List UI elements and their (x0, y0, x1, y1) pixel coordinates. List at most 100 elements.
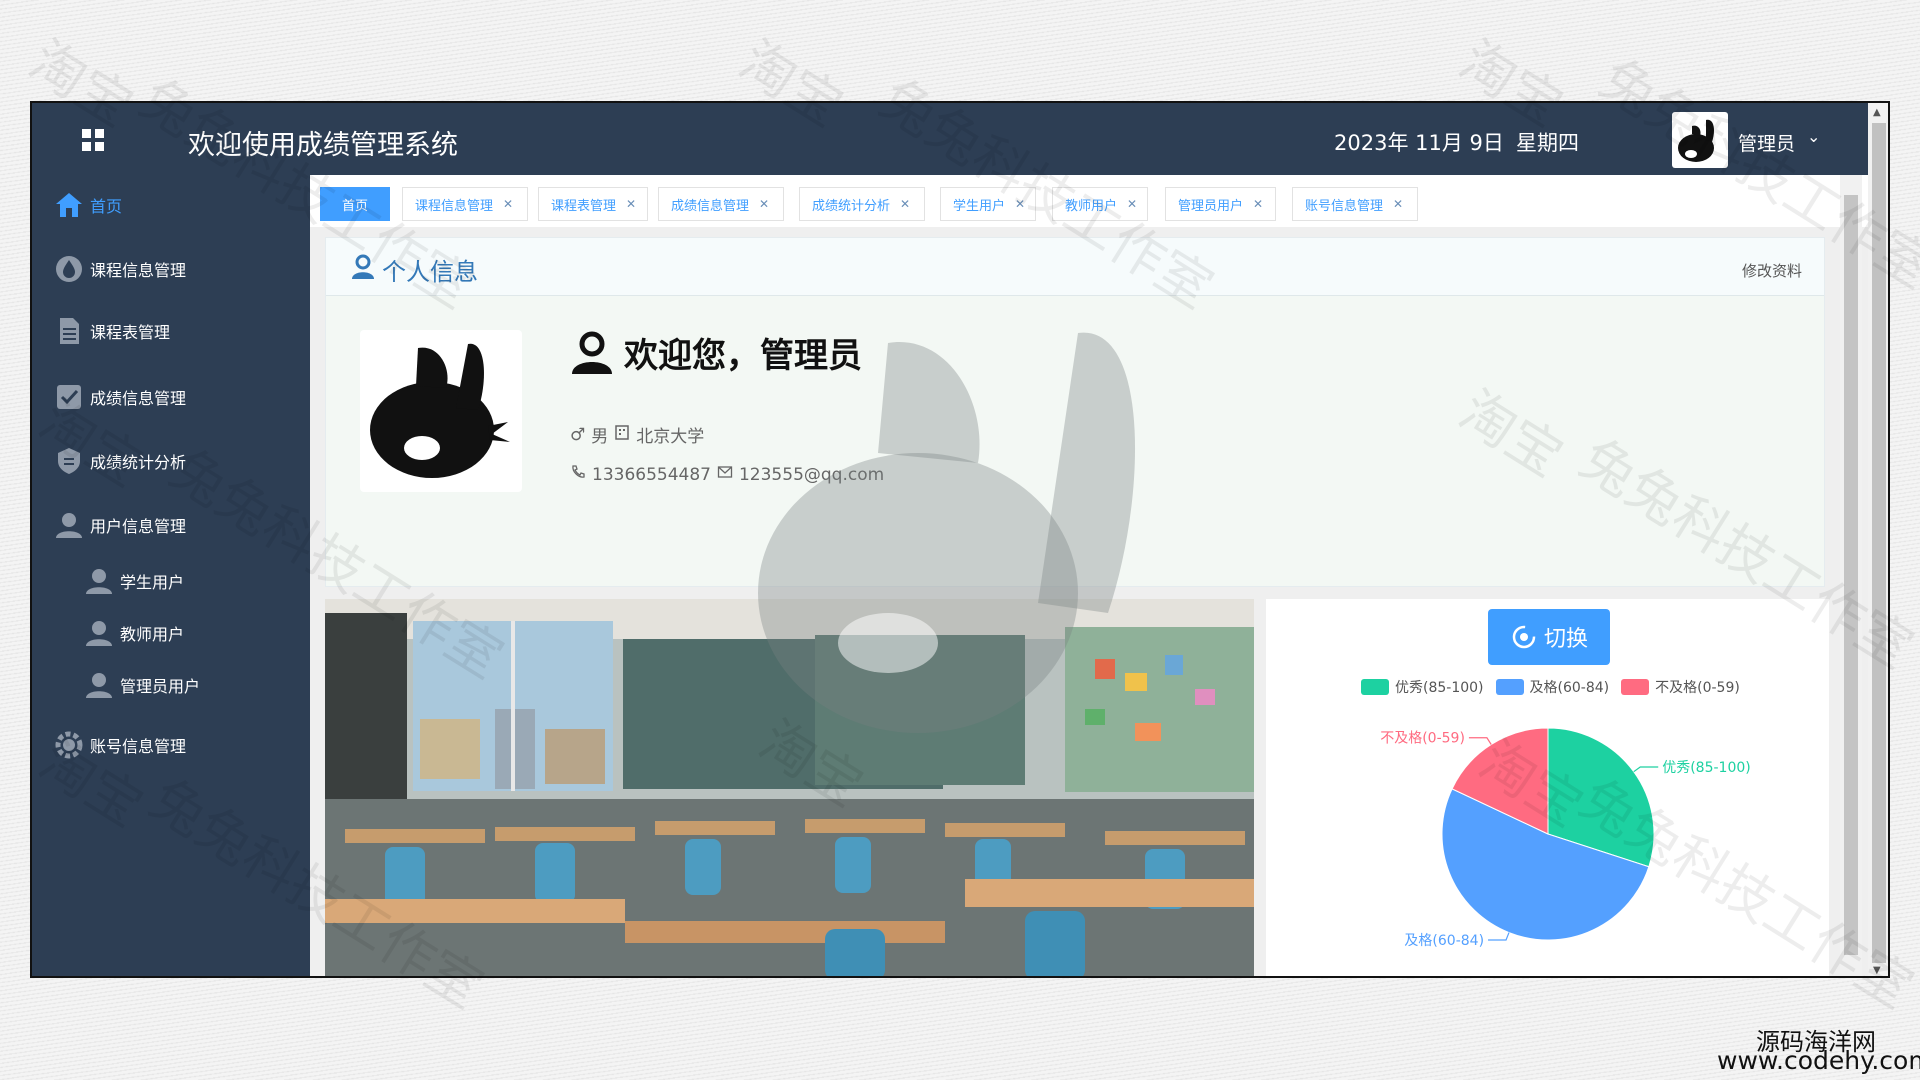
tab-label: 成绩信息管理 (671, 198, 750, 214)
tab-score-info[interactable]: 成绩信息管理 ✕ (658, 187, 784, 221)
scroll-down-icon[interactable]: ▼ (1873, 965, 1881, 976)
drop-icon (54, 254, 84, 284)
weekday-display: 星期四 (1516, 131, 1579, 155)
sidebar-item-admin-users[interactable]: 管理员用户 (84, 667, 200, 703)
tab-label: 学生用户 (953, 198, 1006, 214)
sidebar-item-student-users[interactable]: 学生用户 (84, 563, 184, 599)
gender-icon: ♂ (570, 424, 586, 445)
profile-meta-line: ♂ 男 北京大学 (570, 422, 710, 448)
tab-label: 课程表管理 (551, 198, 617, 214)
edit-profile-link[interactable]: 修改资料 (1742, 260, 1802, 281)
user-icon (84, 566, 114, 596)
user-icon (54, 510, 84, 540)
pie-label: 不及格(0-59) (1380, 731, 1465, 747)
top-bar: 欢迎使用成绩管理系统 2023年 11月 9日 星期四 管理员 ⌄ (32, 103, 1868, 175)
welcome-heading: 欢迎您，管理员 (570, 328, 862, 377)
app-title: 欢迎使用成绩管理系统 (188, 130, 458, 161)
tab-label: 教师用户 (1065, 198, 1118, 214)
sidebar-item-timetable[interactable]: 课程表管理 (54, 313, 170, 349)
tab-label: 成绩统计分析 (812, 198, 891, 214)
tab-student-users[interactable]: 学生用户 ✕ (940, 187, 1036, 221)
chart-legend: 优秀(85-100) 及格(60-84) 不及格(0-59) (1361, 677, 1752, 697)
gender-text: 男 (591, 427, 609, 447)
pie-label-line (1633, 766, 1659, 773)
pie-label-line (1468, 737, 1492, 745)
page-scrollbar[interactable]: ▲ ▼ (1868, 103, 1888, 976)
legend-label: 优秀(85-100) (1395, 680, 1484, 696)
scroll-up-icon[interactable]: ▲ (1873, 107, 1881, 118)
tab-timetable[interactable]: 课程表管理 ✕ (538, 187, 648, 221)
close-icon[interactable]: ✕ (503, 197, 513, 211)
scrollbar-thumb[interactable] (1872, 123, 1886, 963)
sidebar-item-label: 管理员用户 (120, 677, 201, 696)
classroom-photo (325, 599, 1254, 976)
main-content: 首页 课程信息管理 ✕ 课程表管理 ✕ 成绩信息管理 ✕ 成绩统计分析 ✕ 学生用户 ✕ … (310, 175, 1868, 976)
card-header: 个人信息 修改资料 (326, 238, 1824, 296)
user-avatar[interactable] (1672, 112, 1728, 168)
content-scrollbar[interactable] (1840, 175, 1862, 976)
close-icon[interactable]: ✕ (1127, 197, 1137, 211)
email-text: 123555@qq.com (738, 464, 885, 485)
tab-home[interactable]: 首页 (320, 187, 390, 221)
score-chart-card: 切换 优秀(85-100) 及格(60-84) 不及格(0-59) 优秀(85-… (1266, 599, 1829, 976)
chevron-down-icon[interactable]: ⌄ (1807, 127, 1820, 146)
school-text: 北京大学 (636, 427, 705, 447)
user-name[interactable]: 管理员 (1738, 129, 1795, 156)
close-icon[interactable]: ✕ (759, 197, 769, 211)
welcome-text: 欢迎您，管理员 (624, 336, 862, 376)
sidebar-item-teacher-users[interactable]: 教师用户 (84, 615, 184, 651)
document-icon (54, 316, 84, 346)
personal-info-card: 个人信息 修改资料 欢迎您，管理员 ♂ 男 北京大学 13366554487 1… (325, 237, 1825, 587)
grid-menu-icon[interactable] (82, 129, 104, 151)
pie-label: 优秀(85-100) (1662, 760, 1751, 776)
checkbox-icon (54, 382, 84, 412)
switch-label: 切换 (1543, 627, 1588, 652)
sidebar-item-label: 账号信息管理 (90, 737, 187, 756)
sidebar-item-user-info[interactable]: 用户信息管理 (54, 507, 186, 543)
switch-button[interactable]: 切换 (1488, 609, 1610, 665)
sidebar-item-label: 学生用户 (120, 573, 185, 592)
sidebar-item-score-info[interactable]: 成绩信息管理 (54, 379, 186, 415)
close-icon[interactable]: ✕ (1393, 197, 1403, 211)
legend-item[interactable]: 不及格(0-59) (1621, 677, 1740, 697)
tab-course-info[interactable]: 课程信息管理 ✕ (402, 187, 528, 221)
profile-avatar (360, 330, 522, 492)
phone-text: 13366554487 (592, 464, 711, 485)
sidebar-item-label: 成绩统计分析 (90, 453, 187, 472)
tab-score-analysis[interactable]: 成绩统计分析 ✕ (799, 187, 925, 221)
score-pie-chart: 优秀(85-100) 及格(60-84) 不及格(0-59) (1380, 727, 1751, 949)
close-icon[interactable]: ✕ (626, 197, 636, 211)
sidebar-item-label: 成绩信息管理 (90, 389, 187, 408)
tab-label: 管理员用户 (1178, 198, 1244, 214)
home-icon (54, 190, 84, 220)
sidebar-item-course-info[interactable]: 课程信息管理 (54, 251, 186, 287)
sidebar: 首页 课程信息管理 课程表管理 成绩信息管理 成绩统计分析 用户信息管理 学生用… (32, 175, 310, 976)
gear-icon (54, 730, 84, 760)
profile-contact-line: 13366554487 123555@qq.com (570, 464, 890, 485)
legend-swatch (1361, 679, 1389, 695)
tab-teacher-users[interactable]: 教师用户 ✕ (1052, 187, 1148, 221)
legend-label: 不及格(0-59) (1655, 680, 1740, 696)
tab-admin-users[interactable]: 管理员用户 ✕ (1165, 187, 1276, 221)
sidebar-item-label: 首页 (90, 197, 123, 216)
bunny-logo-icon (370, 343, 510, 478)
sidebar-item-label: 用户信息管理 (90, 517, 187, 536)
mail-icon (717, 464, 733, 485)
user-icon (570, 331, 614, 375)
sidebar-item-home[interactable]: 首页 (54, 187, 122, 223)
sidebar-item-label: 课程信息管理 (90, 261, 187, 280)
legend-item[interactable]: 及格(60-84) (1495, 677, 1609, 697)
refresh-eye-icon (1510, 623, 1538, 651)
close-icon[interactable]: ✕ (900, 197, 910, 211)
tab-label: 首页 (341, 198, 368, 214)
tab-bar: 首页 课程信息管理 ✕ 课程表管理 ✕ 成绩信息管理 ✕ 成绩统计分析 ✕ 学生用户 ✕ … (310, 175, 1868, 227)
sidebar-item-score-analysis[interactable]: 成绩统计分析 (54, 443, 186, 479)
scrollbar-thumb[interactable] (1844, 195, 1858, 955)
close-icon[interactable]: ✕ (1253, 197, 1263, 211)
pie-label: 及格(60-84) (1404, 933, 1484, 949)
sidebar-item-account-info[interactable]: 账号信息管理 (54, 727, 186, 763)
tab-account-info[interactable]: 账号信息管理 ✕ (1292, 187, 1418, 221)
close-icon[interactable]: ✕ (1015, 197, 1025, 211)
user-icon (84, 618, 114, 648)
legend-item[interactable]: 优秀(85-100) (1361, 677, 1484, 697)
